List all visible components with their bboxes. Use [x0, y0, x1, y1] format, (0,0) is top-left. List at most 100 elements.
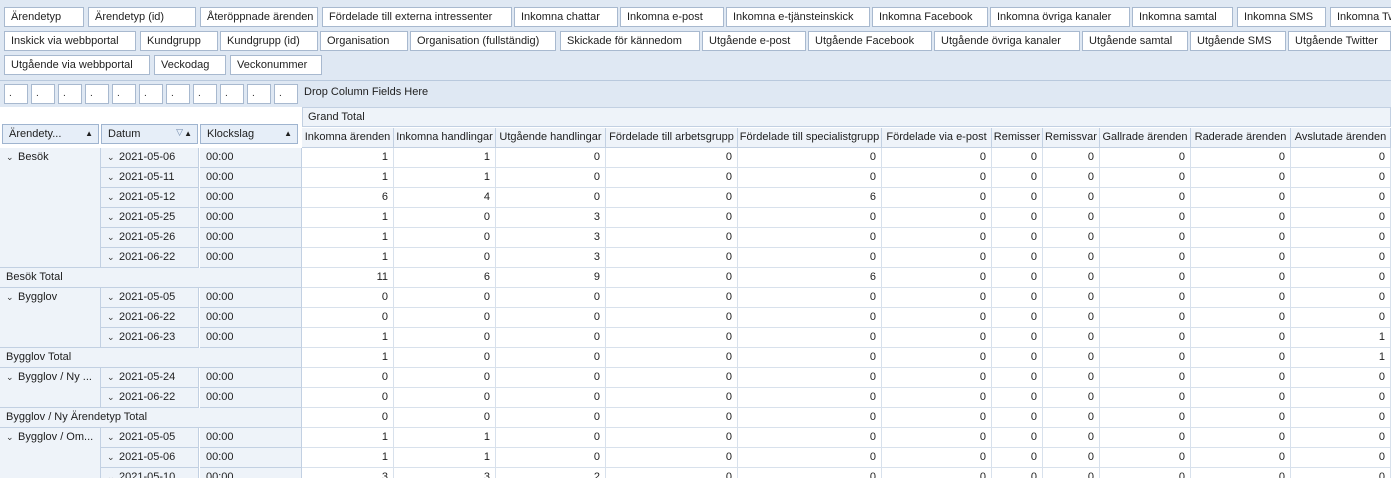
chevron-down-icon[interactable]: ⌄	[107, 148, 119, 167]
chevron-down-icon[interactable]: ⌄	[6, 288, 18, 307]
field-button[interactable]: Ärendetyp	[4, 7, 84, 27]
row-header-0[interactable]: Ärendety... ▲	[2, 124, 99, 144]
date-row-header[interactable]: ⌄ 2021-06-22	[101, 308, 199, 328]
filter-field-slot[interactable]: .	[58, 84, 82, 104]
field-button[interactable]: Inkomna chattar	[514, 7, 618, 27]
column-header[interactable]: Avslutade ärenden	[1291, 128, 1391, 148]
chevron-down-icon[interactable]: ⌄	[107, 308, 119, 327]
total-cell: 0	[738, 408, 882, 428]
date-row-header[interactable]: ⌄ 2021-05-25	[101, 208, 199, 228]
chevron-down-icon[interactable]: ⌄	[107, 448, 119, 467]
chevron-down-icon[interactable]: ⌄	[107, 288, 119, 307]
data-cell: 0	[606, 228, 738, 248]
field-button[interactable]: Utgående e-post	[702, 31, 806, 51]
filter-field-slot[interactable]: .	[139, 84, 163, 104]
field-button[interactable]: Organisation (fullständig)	[410, 31, 556, 51]
filter-field-slot[interactable]: .	[85, 84, 109, 104]
field-button[interactable]: Organisation	[320, 31, 408, 51]
chevron-down-icon[interactable]: ⌄	[107, 168, 119, 187]
filter-field-slot[interactable]: .	[31, 84, 55, 104]
column-header[interactable]: Utgående handlingar	[496, 128, 606, 148]
sort-ascending-icon[interactable]: ▲	[184, 125, 192, 143]
field-button[interactable]: Skickade för kännedom	[560, 31, 700, 51]
filter-field-slot[interactable]: .	[4, 84, 28, 104]
field-button[interactable]: Inkomna e-tjänsteinskick	[726, 7, 870, 27]
column-header[interactable]: Inkomna handlingar	[394, 128, 496, 148]
group-row-header[interactable]: ⌄ Bygglov	[0, 288, 101, 348]
chevron-down-icon[interactable]: ⌄	[107, 228, 119, 247]
field-button[interactable]: Inkomna samtal	[1132, 7, 1233, 27]
data-cell: 0	[992, 448, 1043, 468]
column-header[interactable]: Raderade ärenden	[1191, 128, 1291, 148]
filter-field-slot[interactable]: .	[274, 84, 298, 104]
sort-ascending-icon[interactable]: ▲	[85, 125, 93, 143]
field-button[interactable]: Inkomna SMS	[1237, 7, 1326, 27]
column-header[interactable]: Fördelade till arbetsgrupp	[606, 128, 738, 148]
field-button[interactable]: Inkomna övriga kanaler	[990, 7, 1130, 27]
sort-ascending-icon[interactable]: ▲	[284, 125, 292, 143]
field-button[interactable]: Utgående Facebook	[808, 31, 932, 51]
field-button[interactable]: Återöppnade ärenden	[200, 7, 318, 27]
field-button[interactable]: Veckonummer	[230, 55, 322, 75]
chevron-down-icon[interactable]: ⌄	[107, 428, 119, 447]
date-row-header[interactable]: ⌄ 2021-05-26	[101, 228, 199, 248]
field-button[interactable]: Inkomna e-post	[620, 7, 724, 27]
group-row-header[interactable]: ⌄ Bygglov / Ny ...	[0, 368, 101, 408]
field-button[interactable]: Veckodag	[154, 55, 226, 75]
chevron-down-icon[interactable]: ⌄	[6, 428, 18, 447]
row-header-2[interactable]: Klockslag ▲	[200, 124, 298, 144]
chevron-down-icon[interactable]: ⌄	[6, 148, 18, 167]
chevron-down-icon[interactable]: ⌄	[6, 368, 18, 387]
data-cell: 0	[394, 208, 496, 228]
field-button[interactable]: Kundgrupp	[140, 31, 218, 51]
field-button[interactable]: Inkomna Tw	[1330, 7, 1391, 27]
filter-field-slot[interactable]: .	[220, 84, 244, 104]
chevron-down-icon[interactable]: ⌄	[107, 388, 119, 407]
field-button[interactable]: Utgående samtal	[1082, 31, 1188, 51]
column-header[interactable]: Fördelade via e-post	[882, 128, 992, 148]
date-row-header[interactable]: ⌄ 2021-06-22	[101, 388, 199, 408]
group-row-header[interactable]: ⌄ Besök	[0, 148, 101, 268]
chevron-down-icon[interactable]: ⌄	[107, 208, 119, 227]
filter-field-slot[interactable]: .	[112, 84, 136, 104]
date-row-header[interactable]: ⌄ 2021-05-24	[101, 368, 199, 388]
field-button[interactable]: Inkomna Facebook	[872, 7, 988, 27]
date-row-header[interactable]: ⌄ 2021-05-05	[101, 428, 199, 448]
field-button[interactable]: Kundgrupp (id)	[220, 31, 318, 51]
chevron-down-icon[interactable]: ⌄	[107, 188, 119, 207]
field-button[interactable]: Inskick via webbportal	[4, 31, 136, 51]
filter-field-slot[interactable]: .	[166, 84, 190, 104]
time-row-header: 00:00	[200, 228, 302, 248]
date-row-header[interactable]: ⌄ 2021-05-10	[101, 468, 199, 478]
row-header-1[interactable]: Datum ▽ ▲	[101, 124, 198, 144]
group-row-header[interactable]: ⌄ Bygglov / Om...	[0, 428, 101, 478]
column-header[interactable]: Inkomna ärenden	[302, 128, 394, 148]
chevron-down-icon[interactable]: ⌄	[107, 248, 119, 267]
chevron-down-icon[interactable]: ⌄	[107, 368, 119, 387]
data-cell: 0	[992, 228, 1043, 248]
column-header[interactable]: Remisser	[992, 128, 1043, 148]
column-header[interactable]: Gallrade ärenden	[1100, 128, 1191, 148]
column-header[interactable]: Remissvar	[1043, 128, 1100, 148]
date-row-header[interactable]: ⌄ 2021-05-06	[101, 448, 199, 468]
field-button[interactable]: Utgående via webbportal	[4, 55, 150, 75]
chevron-down-icon[interactable]: ⌄	[107, 468, 119, 478]
date-row-header[interactable]: ⌄ 2021-05-12	[101, 188, 199, 208]
data-cell: 0	[496, 168, 606, 188]
date-row-header[interactable]: ⌄ 2021-05-05	[101, 288, 199, 308]
date-row-header[interactable]: ⌄ 2021-06-23	[101, 328, 199, 348]
field-button[interactable]: Utgående övriga kanaler	[934, 31, 1080, 51]
date-row-header[interactable]: ⌄ 2021-05-11	[101, 168, 199, 188]
field-button[interactable]: Ärendetyp (id)	[88, 7, 196, 27]
field-button[interactable]: Fördelade till externa intressenter	[322, 7, 512, 27]
filter-icon[interactable]: ▽	[176, 125, 183, 141]
date-row-header[interactable]: ⌄ 2021-05-06	[101, 148, 199, 168]
date-row-header[interactable]: ⌄ 2021-06-22	[101, 248, 199, 268]
filter-field-slot[interactable]: .	[247, 84, 271, 104]
data-cell: 1	[302, 208, 394, 228]
field-button[interactable]: Utgående SMS	[1190, 31, 1286, 51]
field-button[interactable]: Utgående Twitter	[1288, 31, 1391, 51]
filter-field-slot[interactable]: .	[193, 84, 217, 104]
chevron-down-icon[interactable]: ⌄	[107, 328, 119, 347]
column-header[interactable]: Fördelade till specialistgrupp	[738, 128, 882, 148]
